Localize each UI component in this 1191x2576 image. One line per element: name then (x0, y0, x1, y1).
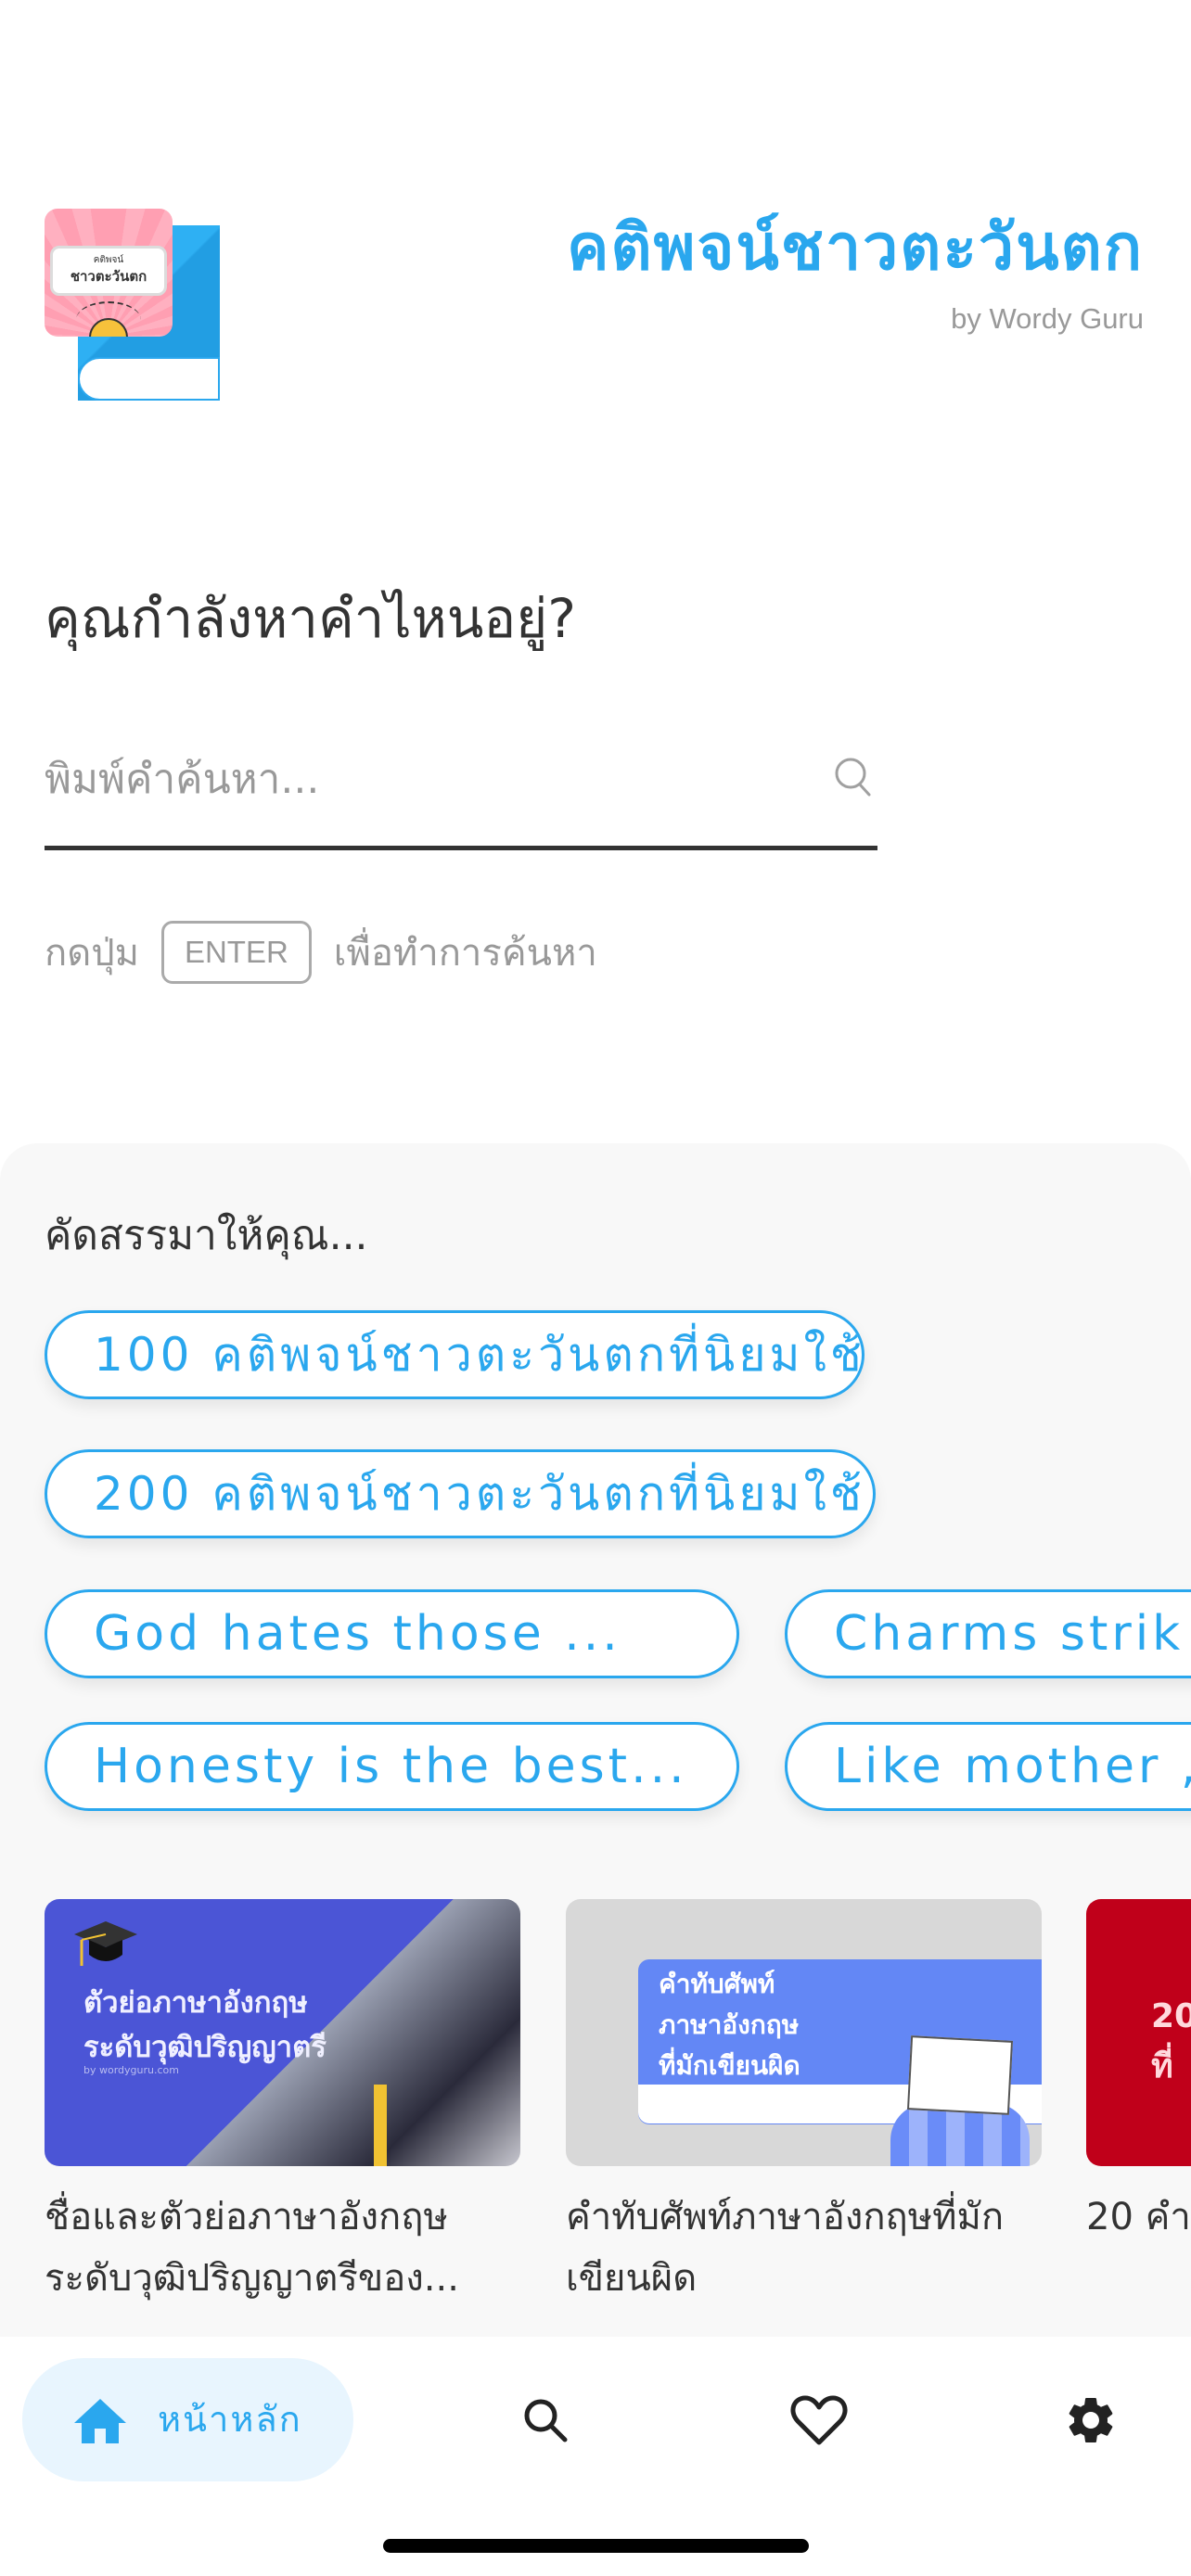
nav-item-home-label: หน้าหลัก (158, 2399, 302, 2440)
thumbnail-title-line: ระดับวุฒิปริญญาตรี (83, 2031, 327, 2064)
suggestion-chip[interactable]: 100 คติพจน์ชาวตะวันตกที่นิยมใช้ (45, 1310, 864, 1399)
thumbnail-title-line: คำทับศัพท์ (659, 1969, 775, 1999)
article-caption: คำทับศัพท์ภาษาอังกฤษที่มักเขียนผิด (566, 2196, 1005, 2300)
thumbnail-title: ตัวย่อภาษาอังกฤษ ระดับวุฒิปริญญาตรี (83, 1981, 327, 2070)
gear-icon (1069, 2398, 1113, 2442)
suggestion-chip[interactable]: God hates those ... (45, 1589, 739, 1678)
search-icon[interactable] (833, 756, 872, 798)
heart-icon (790, 2395, 848, 2445)
thumbnail-title: คำทับศัพท์ ภาษาอังกฤษ ที่มักเขียนผิด (659, 1964, 800, 2086)
nav-item-settings[interactable] (1054, 2383, 1128, 2457)
enter-hint: กดปุ่ม ENTER เพื่อทำการค้นหา (45, 921, 597, 984)
recommendations-heading: คัดสรรมาให้คุณ... (45, 1212, 368, 1259)
logo-label-line1: คติพจน์ (93, 255, 124, 265)
search-heading: คุณกำลังหาคำไหนอยู่? (45, 587, 576, 650)
recommendations-panel: คัดสรรมาให้คุณ... 100 คติพจน์ชาวตะวันตกท… (0, 1143, 1191, 2337)
thumbnail-title-line: ตัวย่อภาษาอังกฤษ (83, 1986, 308, 2020)
suggestion-chip[interactable]: Like mother , (785, 1722, 1191, 1811)
sign-illustration (906, 2035, 1014, 2115)
article-thumbnail: ตัวย่อภาษาอังกฤษ ระดับวุฒิปริญญาตรี by w… (45, 1899, 520, 2166)
nav-item-home[interactable]: หน้าหลัก (22, 2358, 353, 2481)
search-field[interactable] (45, 733, 877, 850)
bottom-navigation: หน้าหลัก (0, 2337, 1191, 2576)
enter-hint-prefix: กดปุ่ม (45, 932, 139, 975)
thumbnail-title-line: ที่ (1151, 2047, 1173, 2085)
logo-label: คติพจน์ ชาวตะวันตก (50, 246, 167, 296)
article-card[interactable]: ตัวย่อภาษาอังกฤษ ระดับวุฒิปริญญาตรี by w… (45, 1899, 520, 2309)
home-icon (74, 2399, 126, 2443)
article-thumbnail: คำทับศัพท์ ภาษาอังกฤษ ที่มักเขียนผิด (566, 1899, 1042, 2166)
thumbnail-title-line: 20 (1151, 1997, 1191, 2035)
enter-key-badge: ENTER (160, 921, 312, 984)
article-card[interactable]: คำทับศัพท์ ภาษาอังกฤษ ที่มักเขียนผิด คำท… (566, 1899, 1042, 2309)
app-logo: คติพจน์ ชาวตะวันตก (45, 209, 221, 403)
nav-item-favorites[interactable] (782, 2383, 856, 2457)
home-indicator[interactable] (383, 2539, 809, 2553)
thumbnail-title-line: ที่มักเขียนผิด (659, 2050, 800, 2081)
graduation-cap-icon (74, 1921, 137, 1966)
logo-label-line2: ชาวตะวันตก (70, 268, 147, 285)
article-caption: ชื่อและตัวย่อภาษาอังกฤษระดับวุฒิปริญญาตร… (45, 2196, 459, 2300)
enter-hint-suffix: เพื่อทำการค้นหา (333, 932, 597, 975)
search-input[interactable] (45, 733, 805, 825)
article-caption: 20 คำ คนไทย (1086, 2196, 1191, 2238)
logo-book-cover: คติพจน์ ชาวตะวันตก (45, 209, 173, 337)
article-card[interactable]: 20 ที่ 20 คำ คนไทย (1086, 1899, 1191, 2309)
suggestion-chip[interactable]: Honesty is the best... (45, 1722, 739, 1811)
app-subtitle: by Wordy Guru (951, 302, 1144, 335)
tassel-graphic (374, 2085, 387, 2166)
suggestion-chip[interactable]: 200 คติพจน์ชาวตะวันตกที่นิยมใช้ (45, 1449, 876, 1538)
thumbnail-title-line: ภาษาอังกฤษ (659, 2009, 800, 2040)
app-title: คติพจน์ชาวตะวันตก (566, 211, 1144, 285)
thumbnail-title: 20 ที่ (1151, 1992, 1191, 2092)
thumbnail-credit: by wordyguru.com (83, 2064, 179, 2076)
logo-book-pages (78, 357, 220, 401)
article-thumbnail: 20 ที่ (1086, 1899, 1191, 2166)
search-icon (524, 2399, 568, 2442)
suggestion-chip[interactable]: Charms strik (785, 1589, 1191, 1678)
nav-item-search[interactable] (508, 2383, 583, 2457)
